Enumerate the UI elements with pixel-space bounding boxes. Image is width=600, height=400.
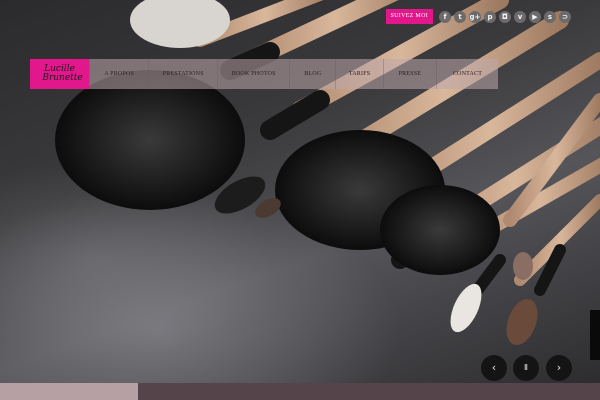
- logo-line-2: Brunette: [42, 73, 83, 83]
- nav-item-presse[interactable]: PRESSE: [382, 59, 436, 89]
- bottom-bar: [0, 383, 600, 400]
- slider-next-button[interactable]: ›: [546, 355, 572, 381]
- bottom-bar-segment: [0, 383, 138, 400]
- pinterest-icon[interactable]: p: [484, 10, 496, 23]
- rss-icon[interactable]: ⊃: [559, 10, 571, 23]
- youtube-icon[interactable]: ▶: [529, 10, 541, 23]
- nav-item-prestations[interactable]: PRESTATIONS: [148, 59, 217, 89]
- follow-me-button[interactable]: SUIVEZ MOI: [385, 9, 433, 24]
- slider-pause-button[interactable]: Ⅱ: [513, 355, 539, 381]
- nav-item-tarifs[interactable]: TARIFS: [335, 59, 382, 89]
- instagram-icon[interactable]: ◘: [499, 10, 511, 23]
- vimeo-icon[interactable]: v: [514, 10, 526, 23]
- nav-item-blog[interactable]: BLOG: [289, 59, 335, 89]
- site-logo[interactable]: Lucille Brunette: [30, 59, 90, 89]
- twitter-icon[interactable]: t: [454, 10, 466, 23]
- nav-item-book-photos[interactable]: BOOK PHOTOS: [217, 59, 289, 89]
- nav-item-contact[interactable]: CONTACT: [435, 59, 498, 89]
- slider-prev-button[interactable]: ‹: [481, 355, 507, 381]
- facebook-icon[interactable]: f: [439, 10, 451, 23]
- social-bar: SUIVEZ MOI f t g+ p ◘ v ▶ s ⊃: [385, 9, 571, 24]
- nav-item-a-propos[interactable]: A PROPOS: [89, 59, 148, 89]
- main-nav: Lucille Brunette A PROPOS PRESTATIONS BO…: [30, 59, 498, 89]
- google-plus-icon[interactable]: g+: [469, 10, 481, 23]
- skype-icon[interactable]: s: [544, 10, 556, 23]
